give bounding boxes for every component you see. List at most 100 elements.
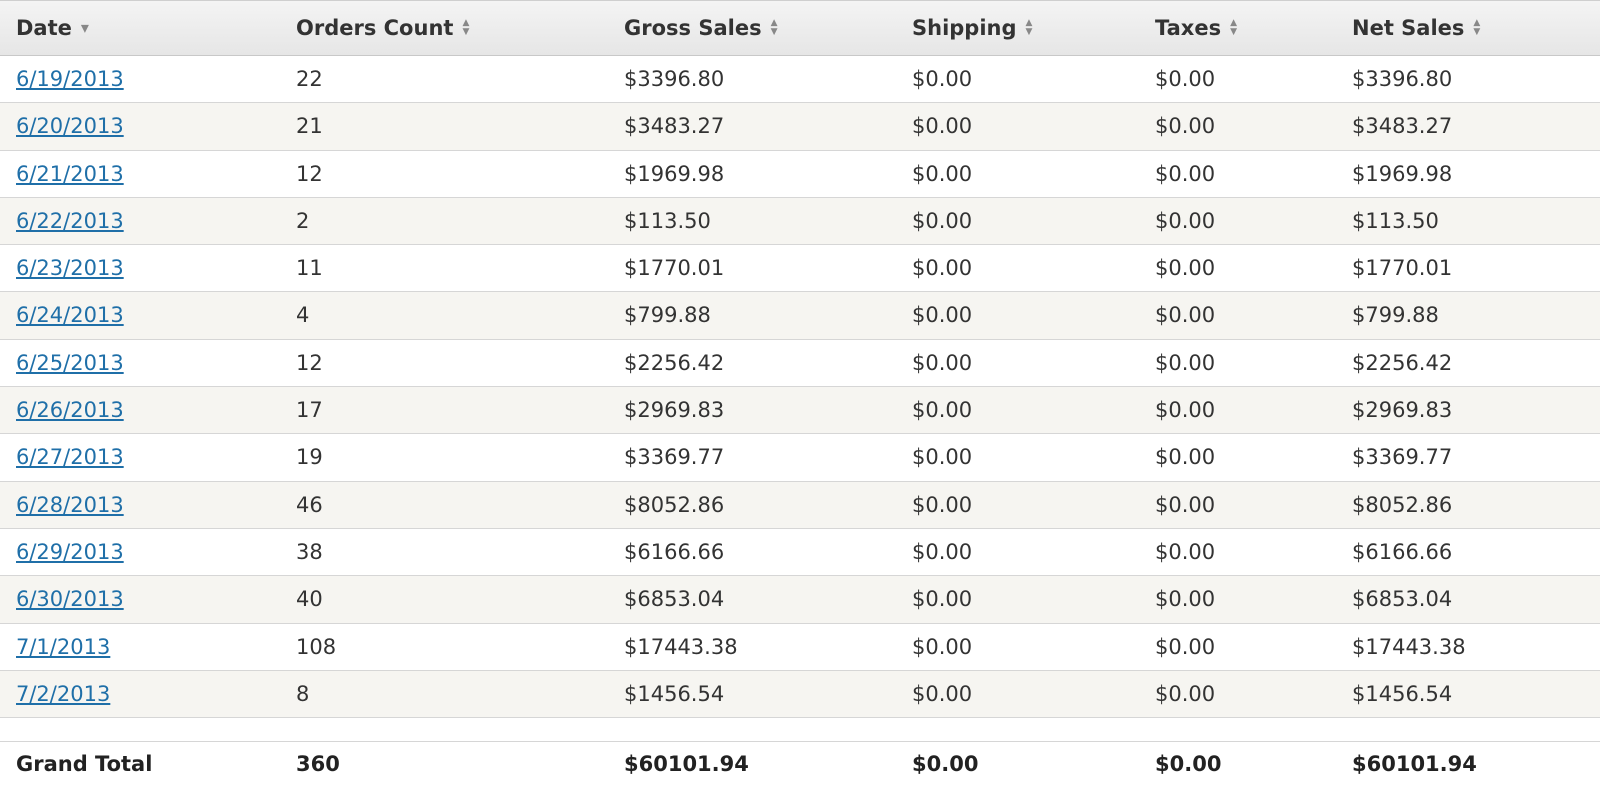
date-link[interactable]: 6/25/2013 [16, 351, 124, 375]
cell-net-sales: $3396.80 [1352, 67, 1453, 91]
table-row: 6/21/2013 12 $1969.98 $0.00 $0.00 $1969.98 [0, 150, 1600, 198]
table-row: 6/19/2013 22 $3396.80 $0.00 $0.00 $3396.80 [0, 56, 1600, 104]
cell-taxes: $0.00 [1155, 681, 1216, 706]
cell-orders-count: 4 [296, 303, 310, 328]
cell-net-sales: $3369.77 [1352, 445, 1453, 470]
table-spacer [0, 718, 1600, 742]
cell-orders-count: 46 [296, 492, 323, 517]
grand-total-row: Grand Total 360 $60101.94 $0.00 $0.00 $60101.… [0, 742, 1600, 786]
cell-shipping: $0.00 [912, 398, 973, 423]
cell-shipping: $0.00 [912, 67, 973, 91]
total-net-sales: $60101.94 [1352, 752, 1477, 776]
cell-taxes: $0.00 [1155, 350, 1216, 375]
date-link[interactable]: 6/20/2013 [16, 114, 124, 138]
grand-total-label: Grand Total [16, 752, 153, 776]
table-row: 7/2/2013 8 $1456.54 $0.00 $0.00 $1456.54 [0, 670, 1600, 719]
table-row: 7/1/2013 108 $17443.38 $0.00 $0.00 $17443.38 [0, 623, 1600, 671]
cell-taxes: $0.00 [1155, 161, 1216, 186]
column-header-label: Net Sales [1352, 16, 1465, 40]
cell-gross-sales: $1456.54 [624, 681, 725, 706]
cell-date: 6/27/2013 [16, 434, 124, 480]
date-link[interactable]: 6/30/2013 [16, 587, 124, 611]
table-header: Date ▾ Orders Count ▲ ▼ Gross Sales ▲ ▼ Shipping… [0, 0, 1600, 56]
column-header-gross-sales[interactable]: Gross Sales ▲ ▼ [624, 1, 778, 55]
cell-net-sales: $1770.01 [1352, 256, 1453, 281]
cell-shipping: $0.00 [912, 587, 973, 612]
cell-gross-sales: $2969.83 [624, 398, 725, 423]
column-header-shipping[interactable]: Shipping ▲ ▼ [912, 1, 1032, 55]
cell-shipping: $0.00 [912, 161, 973, 186]
cell-net-sales: $3483.27 [1352, 114, 1453, 139]
cell-gross-sales: $1969.98 [624, 161, 725, 186]
table-row: 6/28/2013 46 $8052.86 $0.00 $0.00 $8052.86 [0, 481, 1600, 529]
cell-date: 6/22/2013 [16, 198, 124, 244]
cell-shipping: $0.00 [912, 208, 973, 233]
cell-net-sales: $113.50 [1352, 208, 1439, 233]
cell-date: 6/25/2013 [16, 340, 124, 386]
date-link[interactable]: 7/2/2013 [16, 682, 110, 706]
cell-net-sales: $2256.42 [1352, 350, 1453, 375]
cell-taxes: $0.00 [1155, 492, 1216, 517]
column-header-label: Date [16, 16, 72, 40]
cell-gross-sales: $3396.80 [624, 67, 725, 91]
cell-orders-count: 2 [296, 208, 310, 233]
date-link[interactable]: 6/27/2013 [16, 445, 124, 469]
date-link[interactable]: 6/28/2013 [16, 493, 124, 517]
cell-date: 7/1/2013 [16, 624, 110, 670]
cell-date: 7/2/2013 [16, 671, 110, 717]
cell-net-sales: $17443.38 [1352, 634, 1466, 659]
cell-taxes: $0.00 [1155, 587, 1216, 612]
cell-taxes: $0.00 [1155, 114, 1216, 139]
column-header-net-sales[interactable]: Net Sales ▲ ▼ [1352, 1, 1480, 55]
date-link[interactable]: 6/24/2013 [16, 303, 124, 327]
total-orders-count: 360 [296, 752, 340, 776]
date-link[interactable]: 6/23/2013 [16, 256, 124, 280]
cell-date: 6/28/2013 [16, 482, 124, 528]
cell-net-sales: $1456.54 [1352, 681, 1453, 706]
cell-gross-sales: $6166.66 [624, 539, 725, 564]
cell-taxes: $0.00 [1155, 256, 1216, 281]
cell-taxes: $0.00 [1155, 208, 1216, 233]
cell-net-sales: $8052.86 [1352, 492, 1453, 517]
caret-down-icon: ▾ [80, 18, 89, 37]
table-row: 6/27/2013 19 $3369.77 $0.00 $0.00 $3369.77 [0, 434, 1600, 482]
column-header-date[interactable]: Date ▾ [16, 1, 89, 55]
cell-taxes: $0.00 [1155, 303, 1216, 328]
table-row: 6/23/2013 11 $1770.01 $0.00 $0.00 $1770.01 [0, 245, 1600, 293]
cell-taxes: $0.00 [1155, 67, 1216, 91]
total-taxes: $0.00 [1155, 752, 1222, 776]
cell-gross-sales: $6853.04 [624, 587, 725, 612]
cell-shipping: $0.00 [912, 445, 973, 470]
cell-shipping: $0.00 [912, 539, 973, 564]
cell-orders-count: 12 [296, 350, 323, 375]
date-link[interactable]: 6/21/2013 [16, 162, 124, 186]
cell-gross-sales: $113.50 [624, 208, 711, 233]
cell-orders-count: 40 [296, 587, 323, 612]
cell-gross-sales: $2256.42 [624, 350, 725, 375]
sort-arrows-icon: ▲ ▼ [1025, 18, 1033, 37]
cell-taxes: $0.00 [1155, 398, 1216, 423]
date-link[interactable]: 7/1/2013 [16, 635, 110, 659]
table-body: 6/19/2013 22 $3396.80 $0.00 $0.00 $3396.80 6/2… [0, 56, 1600, 719]
cell-shipping: $0.00 [912, 303, 973, 328]
column-header-taxes[interactable]: Taxes ▲ ▼ [1155, 1, 1237, 55]
date-link[interactable]: 6/29/2013 [16, 540, 124, 564]
column-header-orders-count[interactable]: Orders Count ▲ ▼ [296, 1, 469, 55]
cell-shipping: $0.00 [912, 114, 973, 139]
cell-net-sales: $1969.98 [1352, 161, 1453, 186]
cell-gross-sales: $8052.86 [624, 492, 725, 517]
table-row: 6/29/2013 38 $6166.66 $0.00 $0.00 $6166.66 [0, 528, 1600, 577]
cell-shipping: $0.00 [912, 634, 973, 659]
cell-shipping: $0.00 [912, 256, 973, 281]
date-link[interactable]: 6/22/2013 [16, 209, 124, 233]
cell-gross-sales: $3369.77 [624, 445, 725, 470]
cell-date: 6/29/2013 [16, 529, 124, 575]
cell-net-sales: $6166.66 [1352, 539, 1453, 564]
column-header-label: Taxes [1155, 16, 1222, 40]
date-link[interactable]: 6/26/2013 [16, 398, 124, 422]
table-row: 6/20/2013 21 $3483.27 $0.00 $0.00 $3483.27 [0, 103, 1600, 151]
cell-shipping: $0.00 [912, 681, 973, 706]
cell-shipping: $0.00 [912, 492, 973, 517]
cell-gross-sales: $3483.27 [624, 114, 725, 139]
date-link[interactable]: 6/19/2013 [16, 67, 124, 91]
